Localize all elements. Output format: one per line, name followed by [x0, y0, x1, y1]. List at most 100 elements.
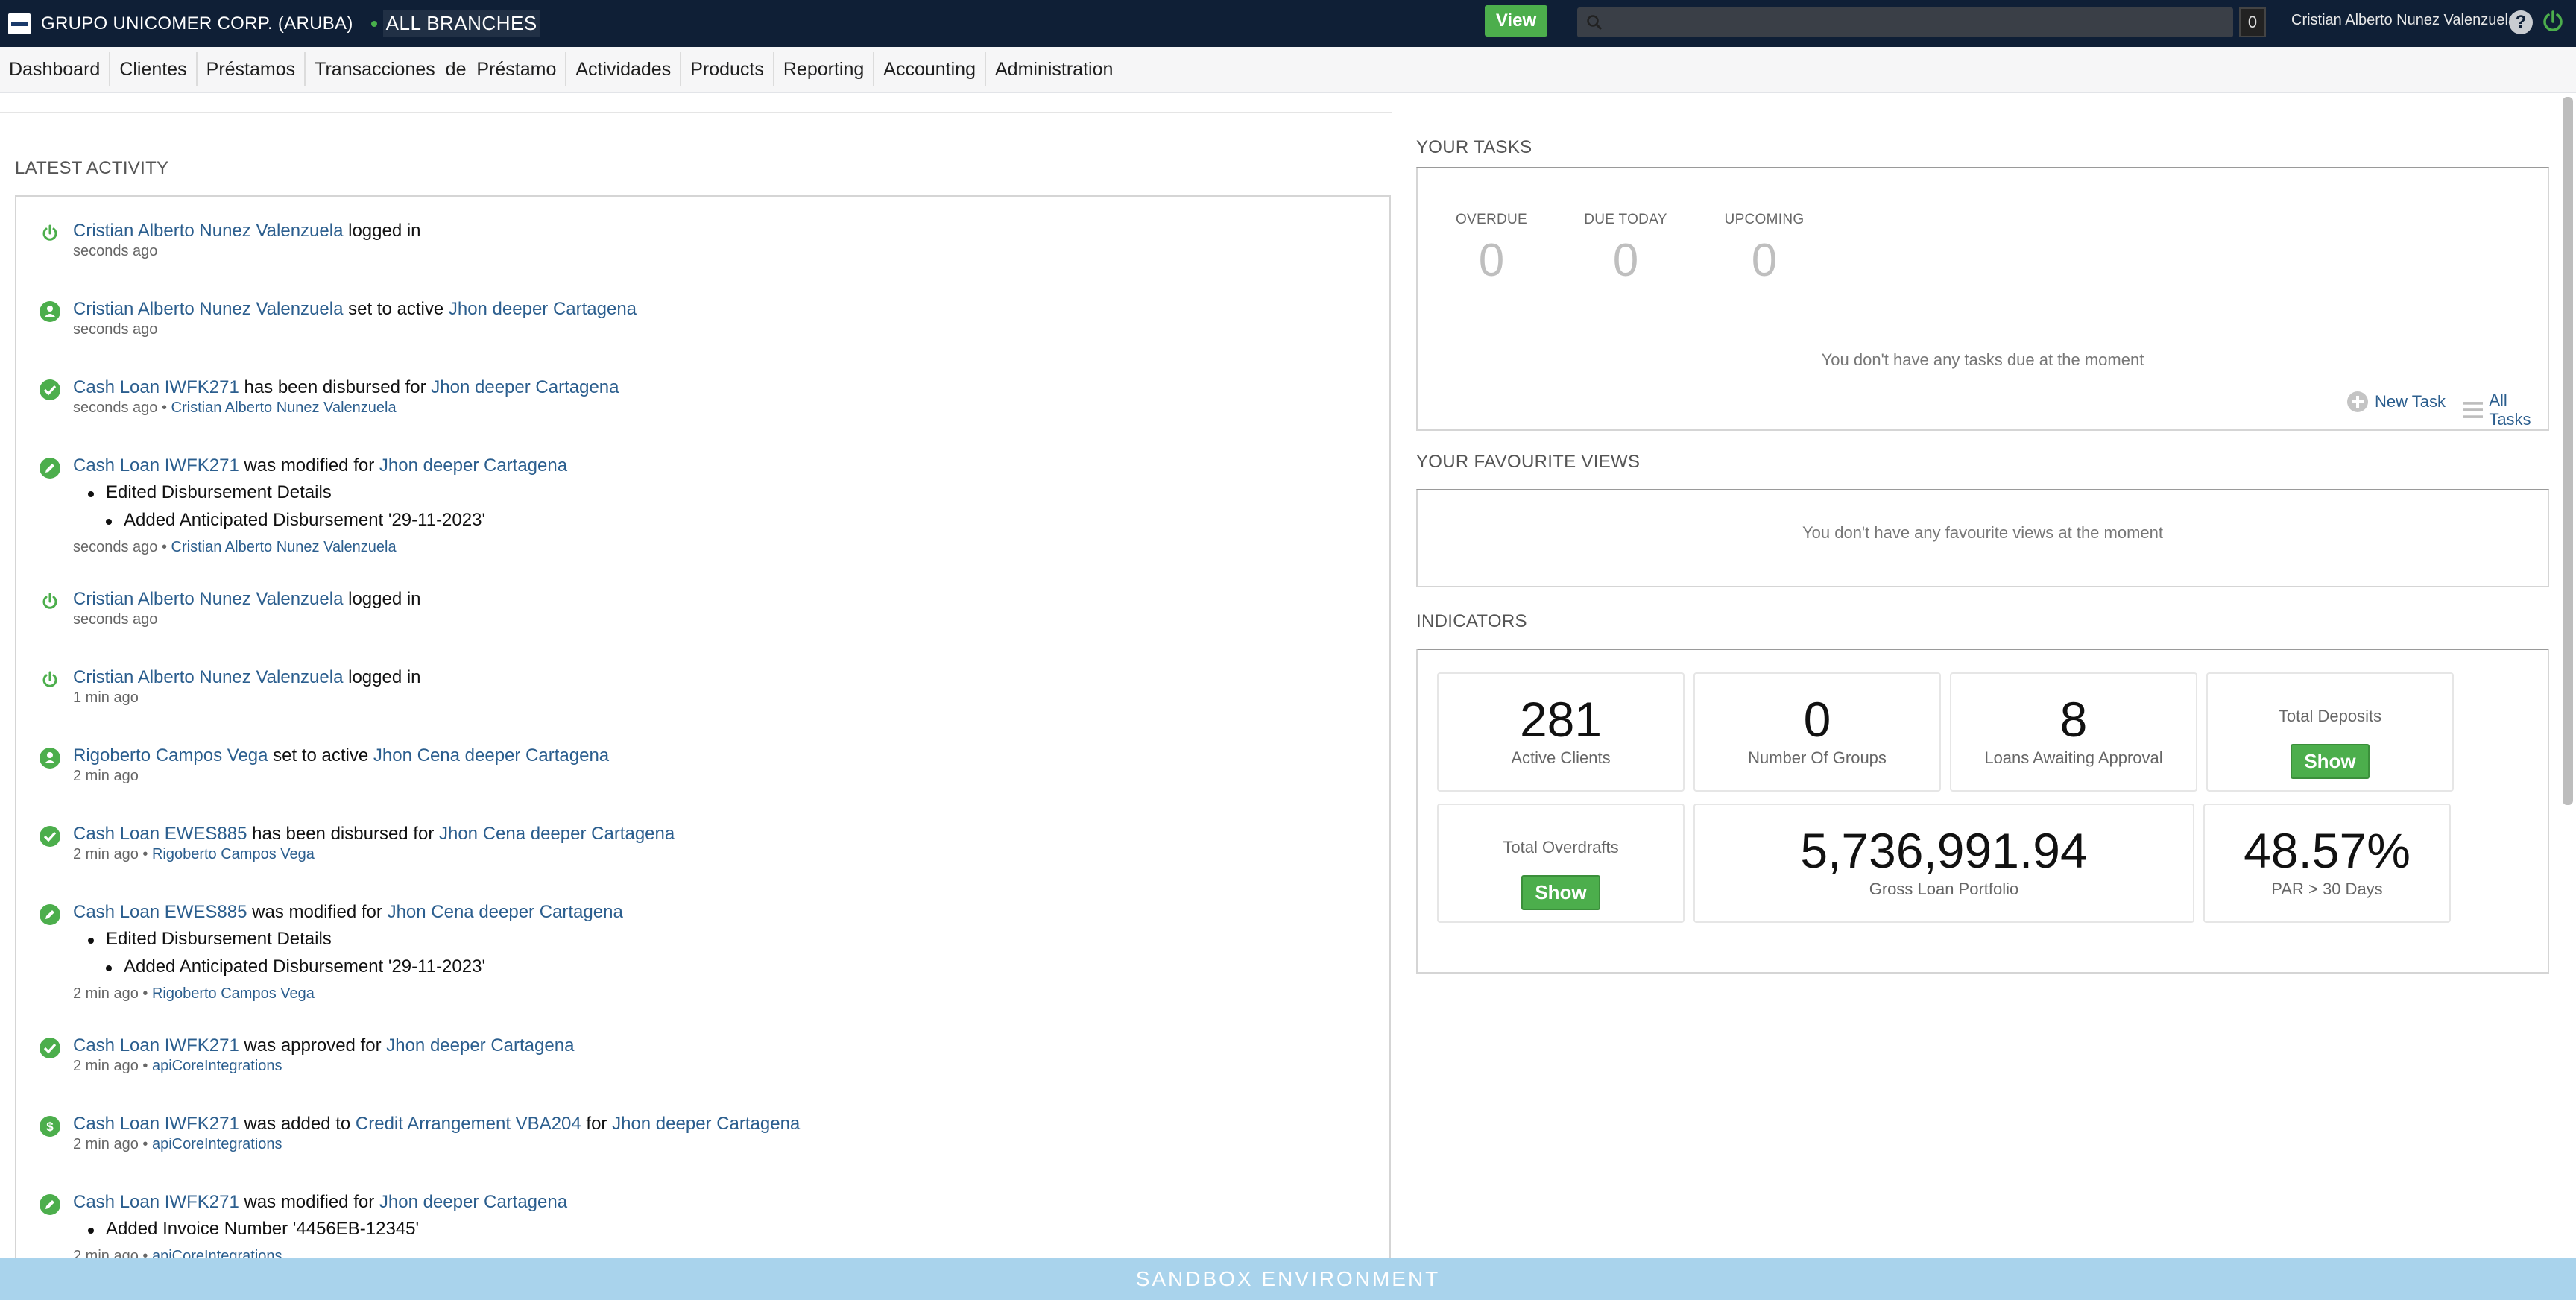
pencil-icon	[40, 1194, 60, 1215]
activity-text: Cash Loan IWFK271 was added to Credit Ar…	[73, 1114, 800, 1135]
activity-link[interactable]: Jhon deeper Cartagena	[379, 455, 567, 476]
activity-link[interactable]: Jhon Cena deeper Cartagena	[388, 902, 623, 922]
activity-link[interactable]: Cash Loan IWFK271	[73, 455, 239, 476]
activity-author-link[interactable]: Rigoberto Campos Vega	[152, 985, 315, 1002]
favourite-views-heading: YOUR FAVOURITE VIEWS	[1416, 452, 1641, 472]
page-scrollbar[interactable]	[2563, 97, 2573, 805]
nav-accounting[interactable]: Accounting	[874, 52, 986, 86]
activity-link[interactable]: Cash Loan EWES885	[73, 902, 247, 922]
due-today-label: DUE TODAY	[1584, 212, 1667, 227]
pencil-icon	[40, 904, 60, 925]
activity-text: Cash Loan EWES885 was modified for Jhon …	[73, 902, 623, 923]
nav-clientes[interactable]: Clientes	[110, 52, 198, 86]
number-of-groups-card[interactable]: 0 Number Of Groups	[1693, 672, 1941, 792]
notification-count[interactable]: 0	[2239, 7, 2266, 37]
activity-link[interactable]: Cristian Alberto Nunez Valenzuela	[73, 299, 343, 319]
activity-verb: set to active	[343, 299, 449, 319]
organization-name[interactable]: GRUPO UNICOMER CORP. (ARUBA)	[41, 13, 353, 34]
indicators-panel: 281 Active Clients 0 Number Of Groups 8 …	[1416, 649, 2549, 974]
activity-verb: logged in	[343, 589, 421, 609]
activity-link[interactable]: Jhon Cena deeper Cartagena	[373, 745, 609, 766]
nav-actividades[interactable]: Actividades	[566, 52, 682, 86]
pencil-icon	[40, 458, 60, 479]
all-tasks-link[interactable]: All Tasks	[2463, 391, 2548, 429]
activity-link[interactable]: Jhon Cena deeper Cartagena	[439, 824, 675, 844]
company-logo[interactable]	[8, 13, 31, 34]
activity-link[interactable]: Cash Loan IWFK271	[73, 1035, 239, 1056]
search-icon	[1587, 15, 1603, 31]
activity-link[interactable]: Cristian Alberto Nunez Valenzuela	[73, 221, 343, 241]
activity-link[interactable]: Jhon deeper Cartagena	[379, 1192, 567, 1212]
activity-link[interactable]: Cash Loan EWES885	[73, 824, 247, 844]
activity-verb: logged in	[343, 221, 421, 241]
activity-link[interactable]: Cash Loan IWFK271	[73, 1114, 239, 1134]
activity-link[interactable]: Jhon deeper Cartagena	[612, 1114, 800, 1134]
number-of-groups-value: 0	[1803, 692, 1831, 747]
show-total-deposits-button[interactable]: Show	[2291, 744, 2370, 779]
activity-text: Cash Loan IWFK271 has been disbursed for…	[73, 377, 619, 398]
activity-text: Cristian Alberto Nunez Valenzuela set to…	[73, 299, 637, 320]
due-today-tasks[interactable]: DUE TODAY 0	[1577, 212, 1674, 287]
view-button[interactable]: View	[1485, 5, 1547, 37]
activity-time: seconds ago •	[73, 400, 171, 416]
overdue-tasks[interactable]: OVERDUE 0	[1450, 212, 1532, 287]
par-30-days-value: 48.57%	[2244, 823, 2411, 878]
nav-administration[interactable]: Administration	[986, 52, 1122, 86]
activity-link[interactable]: Cash Loan IWFK271	[73, 1192, 239, 1212]
favourites-empty-message: You don't have any favourite views at th…	[1802, 523, 2163, 542]
latest-activity-panel[interactable]: Cristian Alberto Nunez Valenzuela logged…	[15, 195, 1391, 1300]
activity-author-link[interactable]: Cristian Alberto Nunez Valenzuela	[171, 539, 397, 555]
activity-link[interactable]: Jhon deeper Cartagena	[386, 1035, 574, 1056]
par-30-days-card[interactable]: 48.57% PAR > 30 Days	[2203, 804, 2451, 923]
activity-text: Cash Loan IWFK271 was modified for Jhon …	[73, 455, 567, 476]
activity-link[interactable]: Jhon deeper Cartagena	[431, 377, 619, 397]
activity-time: 2 min ago	[73, 768, 139, 784]
help-icon[interactable]: ?	[2509, 10, 2533, 34]
nav-transacciones-de-prestamo[interactable]: Transacciones de Préstamo	[306, 52, 567, 86]
power-icon	[42, 671, 57, 687]
nav-reporting[interactable]: Reporting	[774, 52, 875, 86]
show-total-overdrafts-button[interactable]: Show	[1521, 875, 1600, 910]
upcoming-tasks[interactable]: UPCOMING 0	[1716, 212, 1813, 287]
activity-link[interactable]: Credit Arrangement VBA204	[356, 1114, 581, 1134]
activity-text: Cristian Alberto Nunez Valenzuela logged…	[73, 667, 421, 688]
search-box[interactable]	[1577, 7, 2233, 37]
activity-link[interactable]: Rigoberto Campos Vega	[73, 745, 268, 766]
new-task-link[interactable]: New Task	[2346, 391, 2446, 413]
nav-dashboard[interactable]: Dashboard	[0, 52, 111, 86]
activity-time: 2 min ago •	[73, 1058, 152, 1074]
loans-awaiting-approval-card[interactable]: 8 Loans Awaiting Approval	[1950, 672, 2197, 792]
new-task-label: New Task	[2375, 392, 2446, 411]
nav-prestamos[interactable]: Préstamos	[198, 52, 306, 86]
check-icon	[40, 826, 60, 847]
activity-link[interactable]: Cristian Alberto Nunez Valenzuela	[73, 667, 343, 687]
search-input[interactable]	[1610, 13, 2221, 32]
activity-link[interactable]: Cristian Alberto Nunez Valenzuela	[73, 589, 343, 609]
your-tasks-panel: OVERDUE 0 DUE TODAY 0 UPCOMING 0 You don…	[1416, 167, 2549, 431]
upcoming-label: UPCOMING	[1724, 212, 1805, 227]
nav-products[interactable]: Products	[681, 52, 774, 86]
activity-author-link[interactable]: Cristian Alberto Nunez Valenzuela	[171, 400, 397, 416]
plus-circle-icon	[2347, 391, 2368, 412]
active-clients-card[interactable]: 281 Active Clients	[1437, 672, 1685, 792]
activity-link[interactable]: Cash Loan IWFK271	[73, 377, 239, 397]
user-name[interactable]: Cristian Alberto Nunez Valenzuela	[2291, 12, 2516, 29]
gross-loan-portfolio-card[interactable]: 5,736,991.94 Gross Loan Portfolio	[1693, 804, 2194, 923]
activity-link[interactable]: Jhon deeper Cartagena	[449, 299, 637, 319]
activity-author-link[interactable]: apiCoreIntegrations	[152, 1058, 282, 1074]
logout-power-icon[interactable]	[2540, 9, 2566, 34]
activity-timestamp: 2 min ago • Rigoberto Campos Vega	[73, 846, 315, 863]
main-navigation: Dashboard Clientes Préstamos Transaccion…	[0, 47, 2576, 93]
activity-author-link[interactable]: Rigoberto Campos Vega	[152, 846, 315, 862]
dollar-icon: $	[40, 1116, 60, 1137]
activity-detail: Edited Disbursement Details	[88, 929, 332, 949]
activity-time: 2 min ago •	[73, 846, 152, 862]
activity-timestamp: 2 min ago • Rigoberto Campos Vega	[73, 985, 315, 1003]
divider	[0, 112, 1392, 113]
activity-verb: was modified for	[239, 455, 379, 476]
activity-verb: logged in	[343, 667, 421, 687]
branch-selector[interactable]: ALL BRANCHES	[382, 10, 540, 37]
activity-verb: was added to	[239, 1114, 356, 1134]
total-deposits-label: Total Deposits	[2278, 707, 2382, 725]
activity-author-link[interactable]: apiCoreIntegrations	[152, 1136, 282, 1152]
